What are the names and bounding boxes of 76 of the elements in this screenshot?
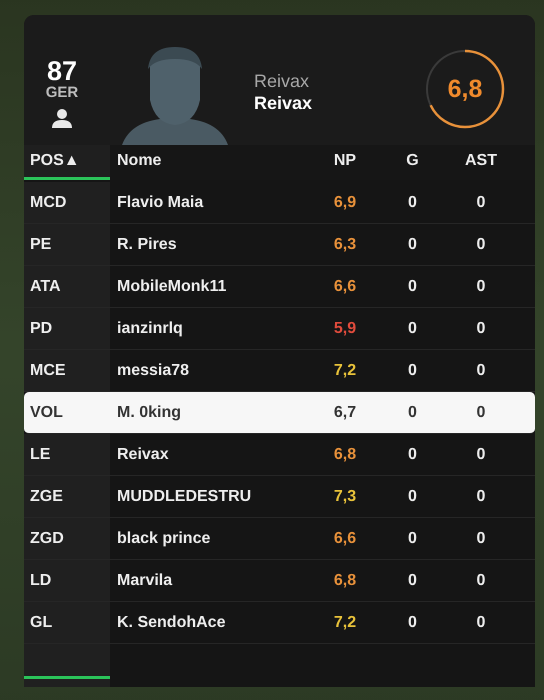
assists-cell: 0 [476, 572, 486, 590]
position-cell: ZGD [30, 530, 64, 548]
goals-cell: 0 [408, 404, 417, 422]
name-cell: MUDDLEDESTRU [117, 488, 252, 506]
rating-cell: 5,9 [334, 320, 356, 338]
goals-cell: 0 [408, 236, 417, 254]
name-cell: messia78 [117, 362, 190, 380]
name-cell: Flavio Maia [117, 194, 204, 212]
assists-cell: 0 [476, 488, 486, 506]
rating-cell: 6,9 [334, 194, 356, 212]
rating-cell: 6,3 [334, 236, 356, 254]
selected-row[interactable]: VOL M. 0king 6,7 0 0 [24, 392, 535, 434]
name-cell: M. 0king [117, 404, 182, 422]
table-row[interactable]: LD Marvila 6,8 0 0 [24, 560, 535, 602]
assists-cell: 0 [476, 614, 486, 632]
rating-cell: 7,2 [334, 614, 356, 632]
table-row[interactable]: MCD Flavio Maia 6,9 0 0 [24, 182, 535, 224]
goals-cell: 0 [408, 194, 417, 212]
assists-cell: 0 [476, 236, 486, 254]
goals-cell: 0 [408, 572, 417, 590]
position-cell: VOL [30, 404, 63, 422]
position-cell: LD [30, 572, 52, 590]
name-cell: Marvila [117, 572, 172, 590]
table-row[interactable]: ATA MobileMonk11 6,6 0 0 [24, 266, 535, 308]
goals-cell: 0 [408, 446, 417, 464]
goals-cell: 0 [408, 278, 417, 296]
rating-cell: 6,8 [334, 572, 356, 590]
column-header[interactable]: NP [315, 145, 375, 180]
name-cell: K. SendohAce [117, 614, 226, 632]
position-cell: ATA [30, 278, 61, 296]
name-cell: R. Pires [117, 236, 177, 254]
table-row[interactable]: PE R. Pires 6,3 0 0 [24, 224, 535, 266]
position-cell: PD [30, 320, 52, 338]
goals-cell: 0 [408, 320, 417, 338]
goals-cell: 0 [408, 362, 417, 380]
assists-cell: 0 [476, 278, 486, 296]
column-header[interactable]: Nome [110, 145, 315, 180]
nation-code: GER [46, 85, 78, 101]
table-row[interactable]: ZGD black prince 6,6 0 0 [24, 518, 535, 560]
assists-cell: 0 [476, 320, 486, 338]
name-cell: Reivax [117, 446, 169, 464]
position-cell: MCD [30, 194, 66, 212]
rating-cell: 6,7 [334, 404, 356, 422]
person-icon [51, 107, 73, 129]
assists-cell: 0 [476, 404, 486, 422]
match-rating: 6,8 [446, 74, 484, 104]
column-header[interactable]: POS▲ [24, 145, 110, 180]
name-cell: MobileMonk11 [117, 278, 226, 296]
position-cell: PE [30, 236, 52, 254]
rating-cell: 6,6 [334, 530, 356, 548]
rating-cell: 6,6 [334, 278, 356, 296]
table-row[interactable]: LE Reivax 6,8 0 0 [24, 434, 535, 476]
column-header[interactable]: AST [450, 145, 512, 180]
player-name: Reivax [254, 92, 312, 114]
position-cell: MCE [30, 362, 66, 380]
table-row[interactable]: ZGE MUDDLEDESTRU 7,3 0 0 [24, 476, 535, 518]
column-header[interactable]: G [375, 145, 450, 180]
table-row[interactable]: PD ianzinrlq 5,9 0 0 [24, 308, 535, 350]
goals-cell: 0 [408, 488, 417, 506]
table-row[interactable]: GL K. SendohAce 7,2 0 0 [24, 602, 535, 644]
name-cell: ianzinrlq [117, 320, 183, 338]
rating-cell: 7,3 [334, 488, 356, 506]
name-cell: black prince [117, 530, 210, 548]
assists-cell: 0 [476, 362, 486, 380]
assists-cell: 0 [476, 194, 486, 212]
overall-rating: 87 [46, 57, 78, 85]
position-cell: GL [30, 614, 52, 632]
rating-cell: 7,2 [334, 362, 356, 380]
goals-cell: 0 [408, 614, 417, 632]
assists-cell: 0 [476, 446, 486, 464]
position-cell: ZGE [30, 488, 63, 506]
goals-cell: 0 [408, 530, 417, 548]
rating-cell: 6,8 [334, 446, 356, 464]
assists-cell: 0 [476, 530, 486, 548]
player-name: Reivax [254, 70, 310, 92]
position-cell: LE [30, 446, 50, 464]
